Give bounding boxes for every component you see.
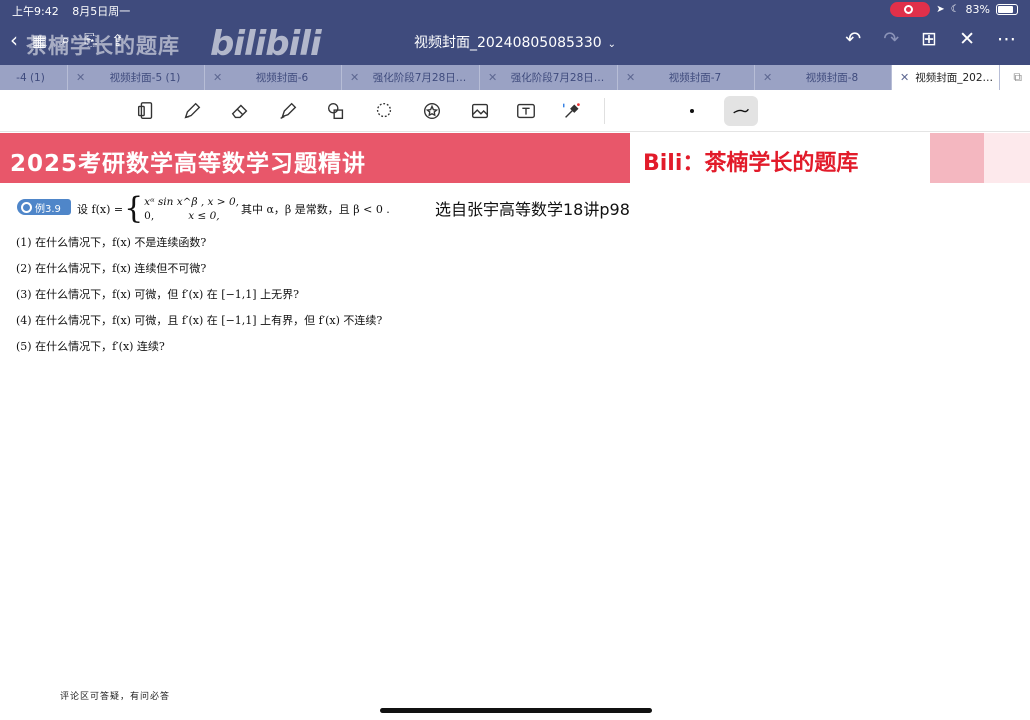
home-indicator[interactable] — [380, 708, 652, 713]
shapes-tool-icon[interactable] — [322, 97, 350, 125]
banner-brand: Bili：茶楠学长的题库 — [643, 151, 859, 176]
tab-label: 视频封面-6 — [255, 72, 309, 84]
document-title-text: 视频封面_20240805085330 — [413, 35, 602, 51]
add-page-icon[interactable]: ⊞ — [921, 28, 937, 50]
status-bar-right: ➤ ☾ 83% — [890, 2, 1018, 17]
tab-strip: -4 (1) ✕ 视频封面-5 (1) ✕ 视频封面-6 ✕ 强化阶段7月28日… — [0, 65, 1030, 90]
tab-label: 视频封面-8 — [805, 72, 859, 84]
tab-item[interactable]: -4 (1) — [0, 65, 68, 90]
question-item: (4) 在什么情况下，f(x) 可微，且 f′(x) 在 [−1,1] 上有界，… — [16, 314, 383, 327]
image-tool-icon[interactable] — [466, 97, 494, 125]
tab-item-active[interactable]: ✕ 视频封面_202… — [892, 65, 1000, 90]
problem-suffix: 其中 α，β 是常数，且 β < 0 . — [240, 203, 390, 216]
close-icon[interactable]: ✕ — [959, 28, 975, 50]
tab-close-icon[interactable]: ✕ — [626, 71, 642, 84]
tab-close-icon[interactable]: ✕ — [76, 71, 92, 84]
tab-label: 强化阶段7月28日… — [510, 72, 605, 84]
tab-item[interactable]: ✕ 视频封面-5 (1) — [68, 65, 205, 90]
battery-icon — [996, 4, 1018, 15]
laser-pointer-tool-icon[interactable] — [558, 97, 586, 125]
lasso-tool-icon[interactable] — [370, 97, 398, 125]
banner-title: 2025考研数学高等数学习题精讲 — [10, 151, 367, 177]
sticker-tool-icon[interactable] — [418, 97, 446, 125]
tab-close-icon[interactable]: ✕ — [488, 71, 504, 84]
case-2: 0, x ≤ 0, — [144, 209, 239, 223]
tab-close-icon[interactable]: ✕ — [763, 71, 779, 84]
tab-label: 视频封面_202… — [915, 72, 993, 84]
drawing-toolbar — [0, 90, 1030, 132]
stroke-size-dot-icon[interactable] — [678, 97, 706, 125]
status-bar-left: 上午9:42 8月5日周一 — [12, 3, 140, 19]
example-ring-icon — [21, 201, 32, 213]
screen-recording-icon[interactable] — [890, 2, 931, 17]
source-note: 选自张宇高等数学18讲p98 — [435, 200, 630, 219]
example-label: 例3.9 — [35, 203, 61, 215]
question-list: (1) 在什么情况下，f(x) 不是连续函数? (2) 在什么情况下，f(x) … — [16, 234, 382, 364]
moon-icon: ☾ — [950, 4, 960, 15]
status-time: 上午9:42 — [12, 5, 59, 18]
tab-close-icon[interactable]: ✕ — [213, 71, 229, 84]
more-icon[interactable]: ⋯ — [997, 28, 1016, 50]
undo-icon[interactable]: ↶ — [845, 28, 861, 50]
tab-item[interactable]: ✕ 视频封面-6 — [205, 65, 342, 90]
tab-item[interactable]: ✕ 强化阶段7月28日… — [480, 65, 618, 90]
pen-tool-icon[interactable] — [178, 97, 206, 125]
highlighter-tool-icon[interactable] — [274, 97, 302, 125]
chevron-down-icon: ⌄ — [607, 39, 617, 50]
tab-item[interactable]: ✕ 视频封面-7 — [618, 65, 755, 90]
tab-label: 视频封面-7 — [668, 72, 722, 84]
toolbar-divider — [604, 98, 605, 124]
question-item: (1) 在什么情况下，f(x) 不是连续函数? — [16, 236, 207, 249]
course-banner: 2025考研数学高等数学习题精讲 Bili：茶楠学长的题库 — [0, 133, 1030, 183]
tab-label: -4 (1) — [16, 71, 45, 84]
tab-label: 强化阶段7月28日… — [372, 72, 467, 84]
case-1: xᵅ sin x^β , x > 0, — [144, 196, 239, 208]
problem-statement: 设 f(x) = { xᵅ sin x^β , x > 0, 0, x ≤ 0, … — [77, 191, 390, 226]
location-icon: ➤ — [936, 4, 945, 15]
text-tool-icon[interactable] — [512, 97, 540, 125]
stroke-style-icon[interactable] — [724, 96, 758, 126]
tab-overview-icon[interactable]: ⧉ — [1013, 70, 1022, 85]
tab-close-icon[interactable]: ✕ — [900, 71, 915, 84]
nav-right-group: ↶ ↷ ⊞ ✕ ⋯ — [845, 28, 1016, 50]
page-view-tool-icon[interactable] — [132, 97, 160, 125]
redo-icon[interactable]: ↷ — [883, 28, 899, 50]
banner-pink-block — [930, 133, 984, 183]
brace-glyph: { — [124, 191, 144, 226]
comment-note: 评论区可答疑，有问必答 — [60, 692, 171, 702]
case-2-value: 0, — [144, 210, 155, 222]
question-item: (5) 在什么情况下，f′(x) 连续? — [16, 340, 165, 353]
app-window: 上午9:42 8月5日周一 ➤ ☾ 83% ‹ ▦ ⌕ ⎘ ⇪ 茶楠学长的题库 … — [0, 0, 1030, 720]
question-item: (2) 在什么情况下，f(x) 连续但不可微? — [16, 262, 207, 275]
tab-label: 视频封面-5 (1) — [109, 72, 181, 84]
problem-prefix: 设 f(x) = — [77, 203, 124, 216]
tab-item[interactable]: ✕ 强化阶段7月28日… — [342, 65, 480, 90]
example-badge: 例3.9 — [17, 199, 71, 215]
eraser-tool-icon[interactable] — [226, 97, 254, 125]
title-bar: 上午9:42 8月5日周一 ➤ ☾ 83% ‹ ▦ ⌕ ⎘ ⇪ 茶楠学长的题库 … — [0, 0, 1030, 65]
status-date: 8月5日周一 — [72, 5, 131, 18]
piecewise-cases: xᵅ sin x^β , x > 0, 0, x ≤ 0, — [144, 195, 239, 223]
case-2-condition: x ≤ 0, — [188, 210, 220, 222]
question-item: (3) 在什么情况下，f(x) 可微，但 f′(x) 在 [−1,1] 上无界? — [16, 288, 299, 301]
tab-item[interactable]: ✕ 视频封面-8 — [755, 65, 892, 90]
tab-overview-area: ⧉ — [1000, 65, 1030, 90]
battery-percent: 83% — [965, 3, 990, 16]
tab-close-icon[interactable]: ✕ — [350, 71, 366, 84]
